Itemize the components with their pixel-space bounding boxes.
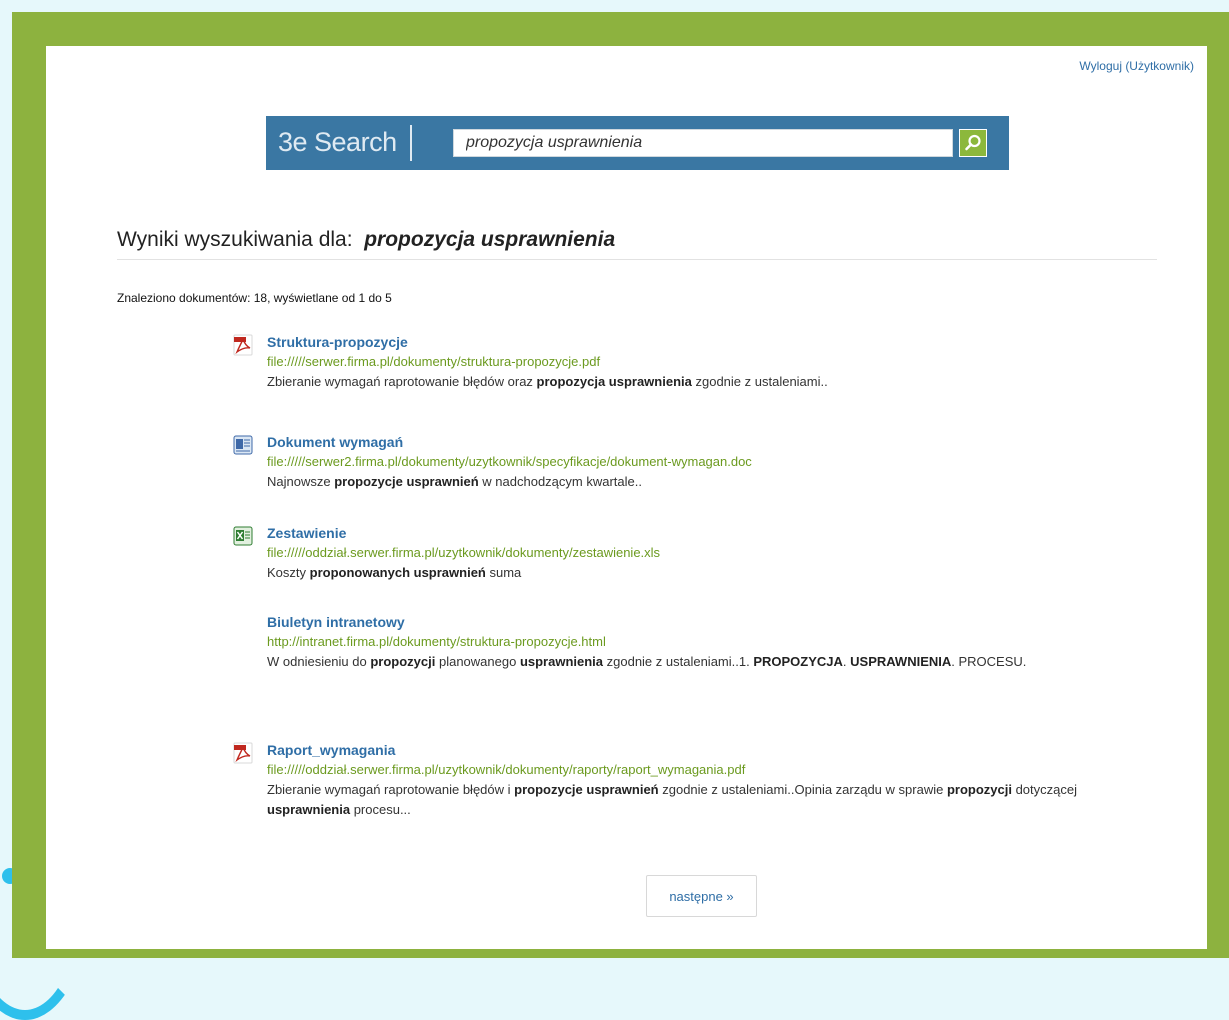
snippet-text: dotyczącej bbox=[1011, 782, 1077, 797]
snippet-text: . PROCESU. bbox=[951, 654, 1027, 669]
search-icon bbox=[964, 134, 982, 152]
results-heading: Wyniki wyszukiwania dla: propozycja uspr… bbox=[117, 228, 615, 252]
result-title-link[interactable]: Zestawienie bbox=[267, 523, 1147, 543]
snippet-text: planowanego bbox=[435, 654, 520, 669]
snippet-highlight: propozycji bbox=[946, 782, 1012, 797]
result-title-link[interactable]: Dokument wymagań bbox=[267, 432, 1147, 452]
results-heading-prefix: Wyniki wyszukiwania dla: bbox=[117, 228, 353, 251]
snippet-highlight: propozycje usprawnień bbox=[514, 782, 659, 797]
snippet-text: zgodnie z ustaleniami..1. bbox=[603, 654, 754, 669]
excel-icon bbox=[232, 525, 254, 547]
pdf-icon bbox=[232, 742, 254, 764]
word-icon bbox=[232, 434, 254, 456]
snippet-text: w nadchodzącym kwartale.. bbox=[478, 474, 642, 489]
result-url-link[interactable]: file://///serwer.firma.pl/dokumenty/stru… bbox=[267, 352, 1147, 372]
result-url-link[interactable]: file://///oddział.serwer.firma.pl/uzytko… bbox=[267, 543, 1147, 563]
snippet-highlight: propozycje usprawnień bbox=[334, 474, 479, 489]
result-item: Raport_wymagania file://///oddział.serwer… bbox=[232, 740, 1147, 820]
result-title-link[interactable]: Raport_wymagania bbox=[267, 740, 1147, 760]
snippet-highlight: proponowanych usprawnień bbox=[309, 565, 486, 580]
result-snippet: Zbieranie wymagań raprotowanie błędów i … bbox=[267, 780, 1147, 820]
result-snippet: Koszty proponowanych usprawnień suma bbox=[267, 563, 1147, 583]
result-title-link[interactable]: Biuletyn intranetowy bbox=[267, 612, 1147, 632]
brand-divider bbox=[410, 125, 412, 161]
results-heading-query: propozycja usprawnienia bbox=[364, 228, 616, 251]
results-count: Znaleziono dokumentów: 18, wyświetlane o… bbox=[117, 291, 392, 305]
search-button[interactable] bbox=[959, 129, 987, 157]
result-item: Dokument wymagań file://///serwer2.firma.… bbox=[232, 432, 1147, 492]
page-frame: Wyloguj (Użytkownik) 3e Search Wyniki wy… bbox=[12, 12, 1229, 958]
heading-divider bbox=[117, 259, 1157, 260]
next-page-button[interactable]: następne » bbox=[646, 875, 757, 917]
result-snippet: Zbieranie wymagań raprotowanie błędów or… bbox=[267, 372, 1147, 392]
snippet-text: Zbieranie wymagań raprotowanie błędów i bbox=[267, 782, 515, 797]
result-url-link[interactable]: file://///serwer2.firma.pl/dokumenty/uzy… bbox=[267, 452, 1147, 472]
result-url-link[interactable]: file://///oddział.serwer.firma.pl/uzytko… bbox=[267, 760, 1147, 780]
snippet-text: Najnowsze bbox=[267, 474, 335, 489]
search-input[interactable] bbox=[453, 129, 953, 157]
result-snippet: Najnowsze propozycje usprawnień w nadcho… bbox=[267, 472, 1147, 492]
snippet-highlight: propozycja usprawnienia bbox=[536, 374, 692, 389]
result-snippet: W odniesieniu do propozycji planowanego … bbox=[267, 652, 1147, 672]
brand-logo: 3e Search bbox=[278, 127, 397, 157]
result-url-link[interactable]: http://intranet.firma.pl/dokumenty/struk… bbox=[267, 632, 1147, 652]
snippet-text: suma bbox=[485, 565, 522, 580]
logout-link[interactable]: Wyloguj (Użytkownik) bbox=[1079, 59, 1194, 73]
main-panel: Wyloguj (Użytkownik) 3e Search Wyniki wy… bbox=[46, 46, 1207, 949]
snippet-highlight: usprawnienia bbox=[267, 802, 351, 817]
result-item: Struktura-propozycje file://///serwer.fir… bbox=[232, 332, 1147, 392]
snippet-text: procesu... bbox=[350, 802, 411, 817]
snippet-highlight: USPRAWNIENIA bbox=[850, 654, 952, 669]
snippet-text: zgodnie z ustaleniami..Opinia zarządu w … bbox=[658, 782, 947, 797]
snippet-highlight: PROPOZYCJA bbox=[753, 654, 843, 669]
snippet-text: W odniesieniu do bbox=[267, 654, 371, 669]
snippet-highlight: propozycji bbox=[370, 654, 436, 669]
result-item: Biuletyn intranetowy http://intranet.firm… bbox=[232, 612, 1147, 672]
snippet-text: Koszty bbox=[267, 565, 310, 580]
result-title-link[interactable]: Struktura-propozycje bbox=[267, 332, 1147, 352]
snippet-text: Zbieranie wymagań raprotowanie błędów or… bbox=[267, 374, 537, 389]
search-bar: 3e Search bbox=[266, 116, 1009, 170]
snippet-text: zgodnie z ustaleniami.. bbox=[691, 374, 828, 389]
result-item: Zestawienie file://///oddział.serwer.firm… bbox=[232, 523, 1147, 583]
pdf-icon bbox=[232, 334, 254, 356]
snippet-highlight: usprawnienia bbox=[519, 654, 604, 669]
